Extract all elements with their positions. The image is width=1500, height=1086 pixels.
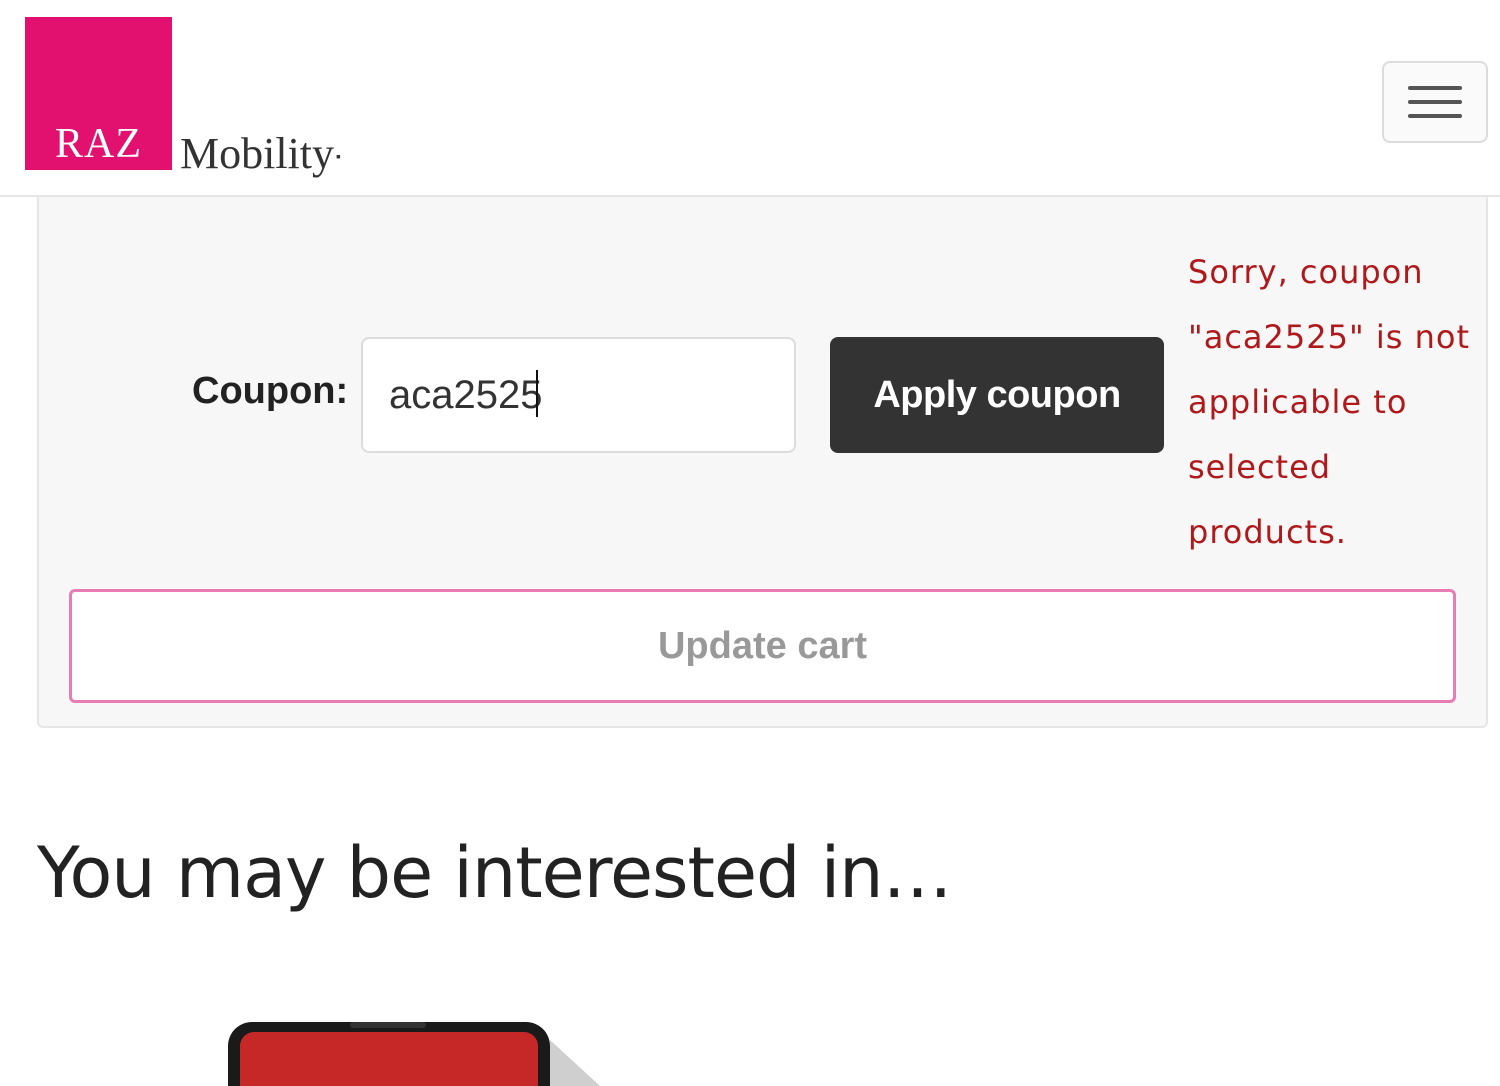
device-screen [240,1032,538,1086]
logo-raz-text: RAZ [55,121,142,167]
apply-coupon-button[interactable]: Apply coupon [830,337,1164,453]
site-header: RAZ Mobility ▪ [0,0,1500,197]
coupon-error-message: Sorry, coupon "aca2525" is not applicabl… [1188,253,1470,551]
hamburger-menu-icon [1408,86,1462,90]
device-shadow [550,1040,600,1086]
product-device-illustration [228,1022,600,1086]
text-cursor [536,370,538,417]
device-speaker [350,1022,426,1028]
logo-trademark: ▪ [336,149,341,165]
hamburger-menu-button[interactable] [1382,61,1488,143]
product-thumbnail-image[interactable] [220,1020,620,1086]
hamburger-menu-icon-bar [1408,100,1462,104]
logo-mark-box: RAZ [25,17,172,170]
raz-mobility-logo[interactable]: RAZ Mobility ▪ [25,17,341,176]
logo-mobility-text: Mobility ▪ [180,132,341,176]
hamburger-menu-icon-bar [1408,114,1462,118]
coupon-code-input[interactable] [361,337,796,453]
interested-section-title: You may be interested in… [37,832,953,914]
coupon-label: Coupon: [192,370,349,412]
update-cart-button[interactable]: Update cart [69,589,1456,703]
logo-mobility-word: Mobility [180,129,335,178]
